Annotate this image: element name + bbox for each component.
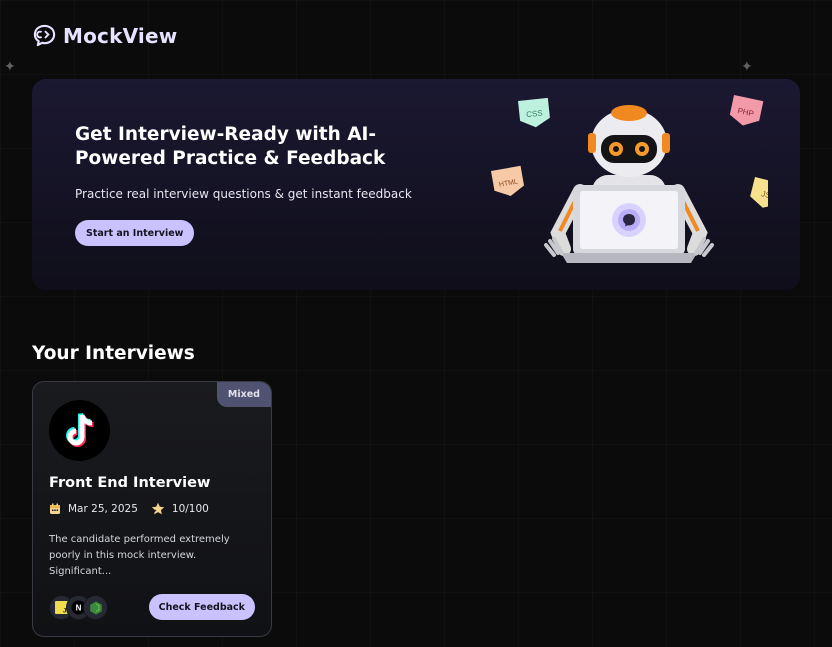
tiktok-icon — [65, 412, 94, 447]
svg-text:N: N — [76, 604, 82, 613]
date-text: Mar 25, 2025 — [68, 503, 138, 515]
calendar-icon — [50, 503, 60, 514]
nodejs-icon — [83, 595, 108, 620]
html-tag-icon: HTML — [491, 165, 525, 196]
score-text: 10/100 — [171, 503, 209, 515]
interview-type-badge: Mixed — [216, 382, 271, 407]
sparkle-icon: ✦ — [741, 59, 753, 75]
app-logo[interactable]: MockView — [32, 23, 177, 48]
robot-with-laptop-icon: CSS PHP HTML JS — [491, 95, 785, 263]
hero-subtitle: Practice real interview questions & get … — [75, 187, 412, 201]
interview-score: 10/100 — [151, 502, 209, 516]
app-name: MockView — [63, 23, 178, 48]
hero-banner: Get Interview-Ready with AI-Powered Prac… — [32, 79, 800, 290]
css-tag-icon: CSS — [518, 97, 550, 128]
interview-meta: Mar 25, 2025 10/100 — [49, 502, 222, 516]
interview-description: The candidate performed extremely poorly… — [49, 534, 230, 577]
js-tag-icon: JS — [750, 177, 785, 208]
chat-bubble-logo-icon — [33, 24, 56, 47]
php-tag-icon: PHP — [729, 95, 764, 126]
company-avatar — [49, 400, 110, 461]
hero-title: Get Interview-Ready with AI-Powered Prac… — [75, 124, 386, 169]
css-tag-label: CSS — [526, 109, 543, 120]
interview-date: Mar 25, 2025 — [49, 503, 138, 515]
tech-stack: JS N — [49, 595, 108, 620]
star-icon — [151, 502, 165, 515]
start-interview-button[interactable]: Start an Interview — [75, 220, 195, 246]
sparkle-icon: ✦ — [4, 59, 16, 75]
check-feedback-button[interactable]: Check Feedback — [148, 594, 255, 620]
interview-card[interactable]: Mixed Front End Interview Mar 25, 2025 1… — [32, 381, 272, 637]
robot-illustration: CSS PHP HTML JS — [488, 93, 785, 283]
section-title: Your Interviews — [32, 343, 195, 364]
interview-title: Front End Interview — [49, 475, 211, 491]
